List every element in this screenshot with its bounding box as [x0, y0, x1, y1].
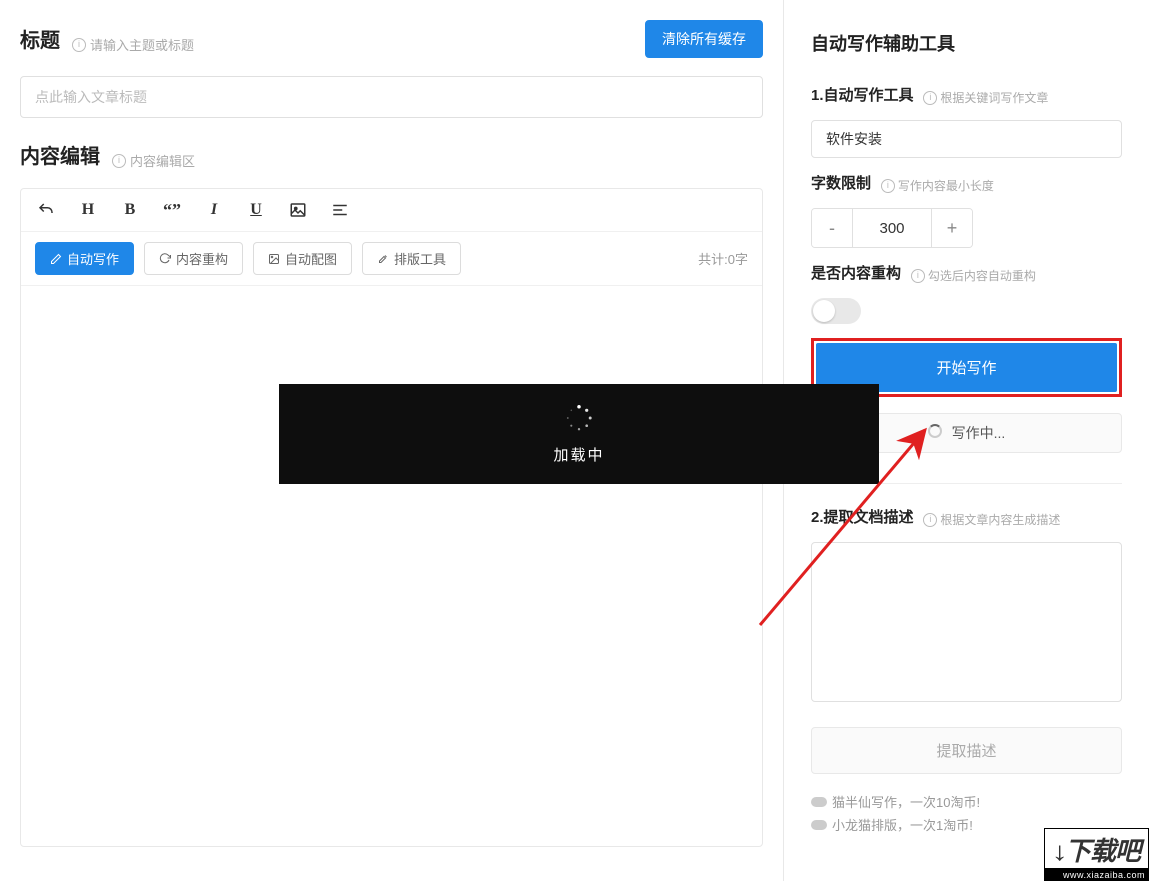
content-section-label: 内容编辑 [20, 140, 100, 169]
title-section-hint: i 请输入主题或标题 [72, 35, 194, 54]
rebuild-hint: i 勾选后内容自动重构 [911, 267, 1036, 284]
info-icon: i [72, 38, 86, 52]
undo-icon[interactable] [35, 199, 57, 221]
title-hint-text: 请输入主题或标题 [90, 35, 194, 54]
stepper-minus-button[interactable]: - [812, 209, 852, 247]
word-limit-stepper: - + [811, 208, 973, 248]
footer-note-2: 小龙猫排版，一次1淘币! [832, 815, 973, 834]
section1-hint-text: 根据关键词写作文章 [940, 89, 1048, 106]
layout-tool-label: 排版工具 [394, 249, 446, 268]
section1-hint: i 根据关键词写作文章 [923, 89, 1048, 106]
article-title-input[interactable] [20, 76, 763, 118]
info-icon: i [923, 513, 937, 527]
watermark: ↓下载吧 www.xiazaiba.com [1044, 828, 1149, 881]
loading-overlay: 加载中 [279, 384, 879, 484]
title-section-label: 标题 [20, 24, 60, 53]
info-icon: i [911, 269, 925, 283]
pencil-icon [50, 253, 62, 265]
word-limit-hint: i 写作内容最小长度 [881, 177, 994, 194]
auto-image-label: 自动配图 [285, 249, 337, 268]
editor-textarea[interactable] [21, 286, 762, 846]
layout-tool-button[interactable]: 排版工具 [362, 242, 461, 275]
auto-write-label: 自动写作 [67, 249, 119, 268]
heading-icon[interactable]: H [77, 199, 99, 221]
loading-text: 加载中 [553, 444, 604, 465]
keyword-input[interactable] [811, 120, 1122, 158]
editor-toolbar: H B “” I U [21, 189, 762, 232]
word-limit-input[interactable] [852, 209, 932, 247]
tool-icon [377, 253, 389, 265]
refresh-icon [159, 253, 171, 265]
rebuild-label: 是否内容重构 [811, 265, 901, 282]
rebuild-hint-text: 勾选后内容自动重构 [928, 267, 1036, 284]
word-limit-hint-text: 写作内容最小长度 [898, 177, 994, 194]
section2-label: 2.提取文档描述 [811, 509, 914, 526]
picture-icon [268, 253, 280, 265]
spinner-icon [928, 424, 942, 438]
cloud-icon [811, 797, 827, 807]
image-icon[interactable] [287, 199, 309, 221]
writing-status-label: 写作中... [952, 425, 1006, 441]
watermark-brand: ↓下载吧 [1044, 828, 1149, 869]
info-icon: i [112, 154, 126, 168]
watermark-url: www.xiazaiba.com [1044, 869, 1149, 881]
underline-icon[interactable]: U [245, 199, 267, 221]
bold-icon[interactable]: B [119, 199, 141, 221]
content-hint-text: 内容编辑区 [130, 151, 195, 170]
auto-write-button[interactable]: 自动写作 [35, 242, 134, 275]
info-icon: i [881, 179, 895, 193]
content-rebuild-button[interactable]: 内容重构 [144, 242, 243, 275]
sidebar-title: 自动写作辅助工具 [811, 30, 1122, 56]
section2-hint-text: 根据文章内容生成描述 [940, 511, 1060, 528]
italic-icon[interactable]: I [203, 199, 225, 221]
stepper-plus-button[interactable]: + [932, 209, 972, 247]
word-count: 共计:0字 [698, 249, 748, 268]
content-rebuild-label: 内容重构 [176, 249, 228, 268]
cloud-icon [811, 820, 827, 830]
quote-icon[interactable]: “” [161, 199, 183, 221]
word-limit-label: 字数限制 [811, 175, 871, 192]
editor-container: H B “” I U 自动写作 [20, 188, 763, 847]
section1-label: 1.自动写作工具 [811, 87, 914, 104]
spinner-icon [565, 404, 593, 432]
section2-hint: i 根据文章内容生成描述 [923, 511, 1060, 528]
rebuild-toggle[interactable] [811, 298, 861, 324]
info-icon: i [923, 91, 937, 105]
extract-description-button[interactable]: 提取描述 [811, 727, 1122, 774]
align-icon[interactable] [329, 199, 351, 221]
auto-image-button[interactable]: 自动配图 [253, 242, 352, 275]
clear-cache-button[interactable]: 清除所有缓存 [645, 20, 763, 58]
footer-note-1: 猫半仙写作，一次10淘币! [832, 792, 980, 811]
description-textarea[interactable] [811, 542, 1122, 702]
content-section-hint: i 内容编辑区 [112, 151, 195, 170]
